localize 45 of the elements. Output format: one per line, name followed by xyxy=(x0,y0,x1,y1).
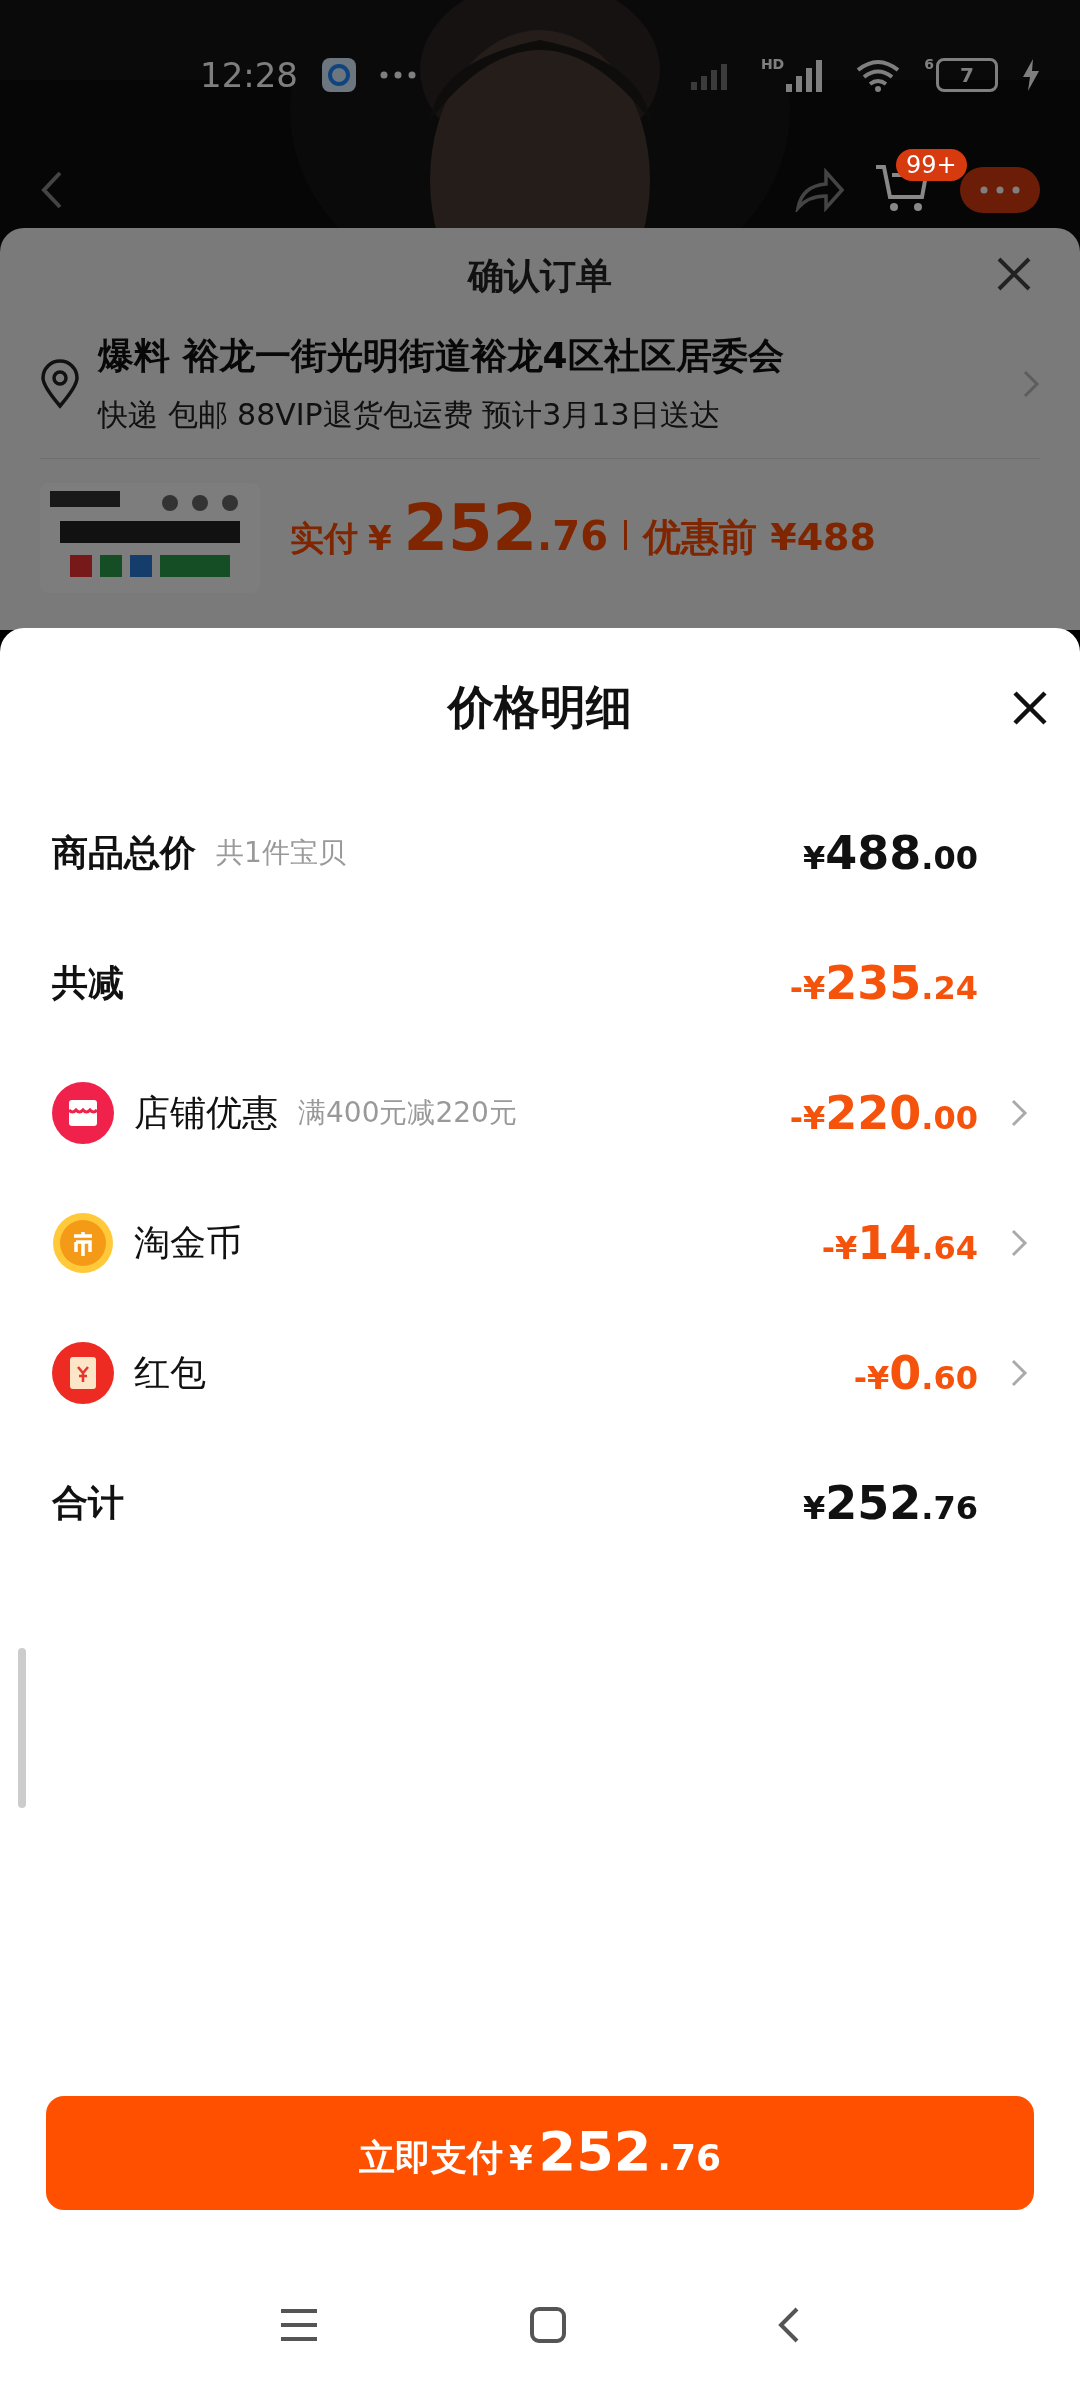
row-label: 淘金币 xyxy=(134,1220,242,1265)
row-label: 共减 xyxy=(52,960,124,1005)
sheet-title: 确认订单 xyxy=(468,253,612,298)
pay-button[interactable]: 立即支付 ¥252.76 xyxy=(46,2096,1034,2210)
cart-badge: 99+ xyxy=(896,149,967,181)
price-amount: -¥0.60 xyxy=(853,1346,978,1400)
wifi-label: 6 xyxy=(924,56,934,72)
home-icon[interactable] xyxy=(529,2306,567,2344)
price-amount: -¥220.00 xyxy=(789,1086,978,1140)
price-amount: ¥252.76 xyxy=(803,1476,978,1530)
paid-amount: ¥252.76 xyxy=(368,491,608,565)
row-label: 商品总价 xyxy=(52,830,196,875)
clock: 12:28 xyxy=(200,55,298,95)
delivery-info: 快递 包邮 88VIP退货包运费 预计3月13日送达 xyxy=(98,396,721,434)
row-note: 共1件宝贝 xyxy=(216,835,346,871)
envelope-icon xyxy=(52,1342,114,1404)
paid-label: 实付 xyxy=(290,517,358,560)
row-label: 红包 xyxy=(134,1350,206,1395)
shop-icon xyxy=(52,1082,114,1144)
row-label: 合计 xyxy=(52,1480,124,1525)
charging-icon xyxy=(1022,59,1040,91)
price-amount: -¥235.24 xyxy=(789,956,978,1010)
battery-level: 7 xyxy=(936,58,998,92)
chevron-icon[interactable] xyxy=(1010,1098,1028,1128)
signal-label: HD xyxy=(760,56,785,72)
menu-icon[interactable] xyxy=(279,2308,319,2342)
more-icon xyxy=(980,186,1020,194)
original-price: 优惠前 ¥488 xyxy=(642,514,876,561)
more-button[interactable] xyxy=(960,167,1040,213)
coin-icon xyxy=(52,1212,114,1274)
sheet-title: 价格明细 xyxy=(448,679,632,736)
chevron-icon[interactable] xyxy=(1010,1358,1028,1388)
row-label: 店铺优惠 xyxy=(134,1090,278,1135)
location-pin-icon xyxy=(40,359,80,409)
share-icon[interactable] xyxy=(794,168,844,212)
close-icon[interactable] xyxy=(1012,690,1048,726)
price-amount: ¥488.00 xyxy=(803,826,978,880)
wifi-icon xyxy=(856,58,901,92)
back-icon[interactable] xyxy=(777,2306,801,2344)
app-notification-icon xyxy=(322,58,356,92)
delivery-address: 爆料 裕龙一街光明街道裕龙4区社区居委会 xyxy=(98,334,785,378)
chevron-icon[interactable] xyxy=(1010,1228,1028,1258)
row-note: 满400元减220元 xyxy=(298,1095,517,1131)
price-amount: -¥14.64 xyxy=(821,1216,978,1270)
more-icon xyxy=(380,71,416,79)
